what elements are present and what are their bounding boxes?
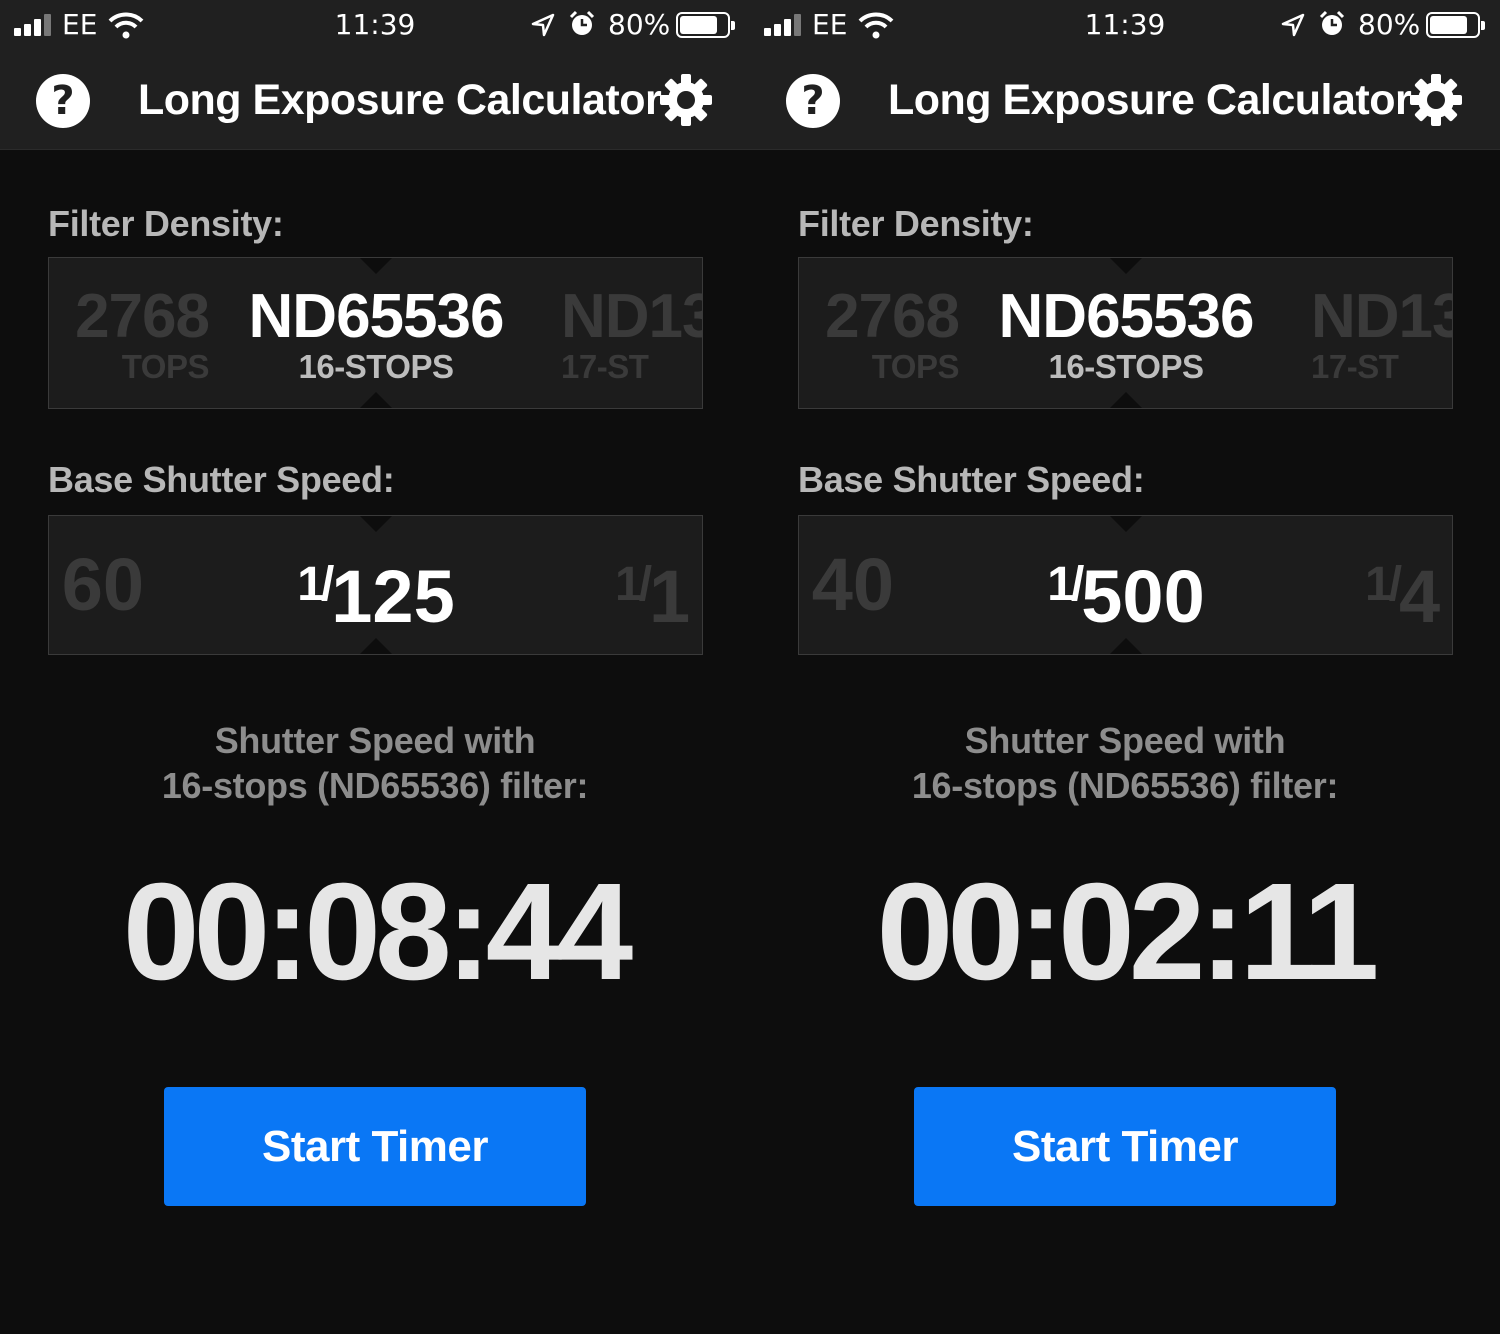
base-shutter-label: Base Shutter Speed:	[48, 459, 395, 500]
result-label-line1: Shutter Speed with	[214, 720, 536, 761]
base-shutter-picker[interactable]: 60 1/125 1/1	[48, 515, 703, 655]
app-header: ? Long Exposure Calculator	[0, 52, 750, 150]
filter-density-label: Filter Density:	[48, 203, 284, 244]
result-label-line2: 16-stops (ND65536) filter:	[161, 765, 589, 806]
picker-option-selected[interactable]: 1/500	[976, 516, 1276, 654]
help-icon[interactable]: ?	[36, 74, 90, 128]
battery-icon	[1426, 12, 1485, 38]
gear-icon[interactable]	[1408, 72, 1464, 128]
filter-value: ND65536	[248, 282, 505, 351]
picker-option-prev[interactable]: 2768 TOPS	[49, 284, 210, 384]
start-timer-button[interactable]: Start Timer	[914, 1087, 1336, 1206]
phone-screen-right: EE 11:39 80% ? Long Exposure Calculator	[750, 0, 1500, 1334]
picker-indicator-top	[359, 258, 393, 274]
picker-option-selected[interactable]: ND65536 16-STOPS	[226, 284, 526, 384]
battery-percentage: 80%	[1358, 8, 1421, 41]
picker-option-prev[interactable]: 60	[49, 516, 144, 654]
result-label-line1: Shutter Speed with	[964, 720, 1286, 761]
picker-indicator-bottom	[1109, 638, 1143, 654]
filter-density-picker[interactable]: 2768 TOPS ND65536 16-STOPS ND13 17-ST	[48, 257, 703, 409]
location-arrow-icon	[531, 13, 555, 37]
picker-option-next[interactable]: 1/4	[1365, 516, 1452, 654]
gear-icon[interactable]	[658, 72, 714, 128]
picker-indicator-bottom	[359, 392, 393, 408]
battery-percentage: 80%	[608, 8, 671, 41]
filter-density-label: Filter Density:	[798, 203, 1034, 244]
start-timer-button[interactable]: Start Timer	[164, 1087, 586, 1206]
picker-option-prev[interactable]: 2768 TOPS	[799, 284, 960, 384]
result-time: 00:02:11	[876, 855, 1380, 1009]
app-header: ? Long Exposure Calculator	[750, 52, 1500, 150]
battery-icon	[676, 12, 735, 38]
location-arrow-icon	[1281, 13, 1305, 37]
filter-density-picker[interactable]: 2768 TOPS ND65536 16-STOPS ND13 17-ST	[798, 257, 1453, 409]
filter-stops: 16-STOPS	[1048, 348, 1204, 385]
picker-indicator-top	[1109, 258, 1143, 274]
shutter-value: 500	[1081, 555, 1205, 638]
page-title: Long Exposure Calculator	[888, 76, 1412, 124]
result-label-line2: 16-stops (ND65536) filter:	[911, 765, 1339, 806]
screens: EE 11:39 80% ? Long Exposure Calculator	[0, 0, 1500, 1334]
filter-stops: 16-STOPS	[298, 348, 454, 385]
picker-option-selected[interactable]: ND65536 16-STOPS	[976, 284, 1276, 384]
picker-option-next[interactable]: 1/1	[615, 516, 702, 654]
picker-indicator-bottom	[359, 638, 393, 654]
alarm-clock-icon	[1319, 10, 1345, 35]
picker-option-next[interactable]: ND13 17-ST	[561, 284, 702, 384]
filter-value: ND65536	[998, 282, 1255, 351]
result-time: 00:08:44	[122, 855, 633, 1009]
help-icon[interactable]: ?	[786, 74, 840, 128]
phone-screen-left: EE 11:39 80% ? Long Exposure Calculator	[0, 0, 750, 1334]
picker-option-selected[interactable]: 1/125	[226, 516, 526, 654]
base-shutter-picker[interactable]: 40 1/500 1/4	[798, 515, 1453, 655]
shutter-value: 125	[331, 555, 455, 638]
status-bar: EE 11:39 80%	[750, 0, 1500, 52]
alarm-clock-icon	[569, 10, 595, 35]
picker-indicator-bottom	[1109, 392, 1143, 408]
page-title: Long Exposure Calculator	[138, 76, 662, 124]
picker-option-prev[interactable]: 40	[799, 516, 894, 654]
picker-option-next[interactable]: ND13 17-ST	[1311, 284, 1452, 384]
status-bar: EE 11:39 80%	[0, 0, 750, 52]
base-shutter-label: Base Shutter Speed:	[798, 459, 1145, 500]
